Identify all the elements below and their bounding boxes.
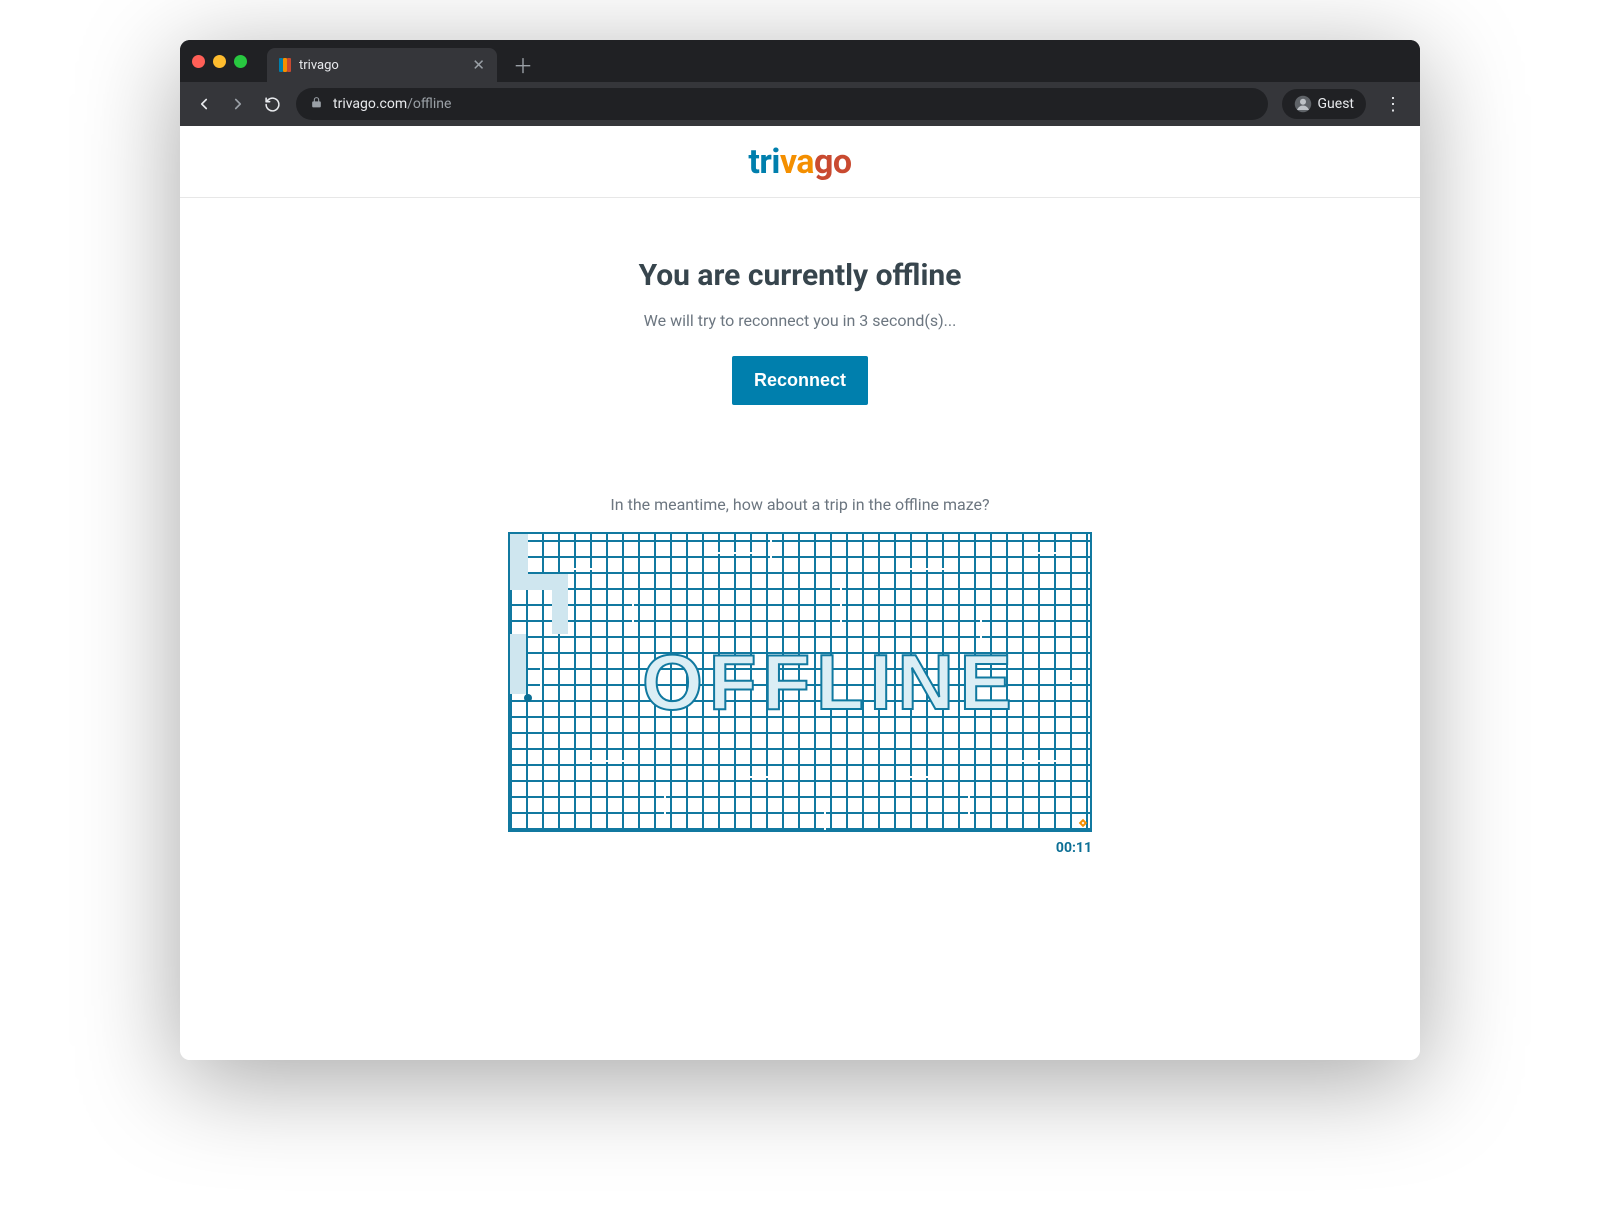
browser-menu-button[interactable]: ⋮ — [1380, 94, 1406, 115]
new-tab-button[interactable]: ＋ — [513, 50, 533, 79]
profile-icon — [1294, 95, 1312, 113]
maze-game[interactable]: OFFLINE — [508, 532, 1092, 832]
maze-timer: 00:11 — [508, 840, 1092, 856]
logo-seg-1: tri — [748, 142, 779, 182]
maze-prompt: In the meantime, how about a trip in the… — [180, 495, 1420, 514]
maze-container: OFFLINE 00:11 — [508, 532, 1092, 856]
profile-chip[interactable]: Guest — [1282, 89, 1366, 119]
reconnect-button[interactable]: Reconnect — [732, 356, 868, 405]
browser-window: trivago ✕ ＋ — [180, 40, 1420, 1060]
reload-button[interactable] — [262, 94, 282, 114]
tab-title: trivago — [299, 58, 464, 73]
trivago-logo[interactable]: tri va go — [748, 142, 851, 182]
window-controls — [192, 55, 247, 68]
maze-goal-icon — [1079, 819, 1087, 827]
browser-chrome: trivago ✕ ＋ — [180, 40, 1420, 126]
url-text: trivago.com/offline — [333, 96, 451, 112]
offline-section: You are currently offline We will try to… — [180, 198, 1420, 856]
lock-icon — [310, 96, 323, 113]
url-path: /offline — [407, 96, 451, 112]
logo-seg-3: go — [814, 142, 852, 182]
window-minimize-button[interactable] — [213, 55, 226, 68]
favicon-icon — [279, 58, 291, 72]
maze-word: OFFLINE — [642, 637, 1018, 728]
profile-label: Guest — [1318, 96, 1354, 112]
site-header: tri va go — [180, 126, 1420, 198]
tab-close-icon[interactable]: ✕ — [472, 56, 485, 74]
browser-toolbar: trivago.com/offline Guest ⋮ — [180, 82, 1420, 126]
page-content: tri va go You are currently offline We w… — [180, 126, 1420, 1060]
address-bar[interactable]: trivago.com/offline — [296, 88, 1268, 120]
forward-button[interactable] — [228, 94, 248, 114]
maze-player-icon — [524, 694, 532, 702]
tab-strip: trivago ✕ ＋ — [180, 40, 1420, 82]
url-host: trivago.com — [333, 96, 407, 112]
window-close-button[interactable] — [192, 55, 205, 68]
offline-subtext: We will try to reconnect you in 3 second… — [180, 311, 1420, 330]
back-button[interactable] — [194, 94, 214, 114]
offline-headline: You are currently offline — [180, 258, 1420, 293]
browser-tab[interactable]: trivago ✕ — [267, 48, 497, 82]
window-zoom-button[interactable] — [234, 55, 247, 68]
logo-seg-2: va — [780, 142, 814, 182]
